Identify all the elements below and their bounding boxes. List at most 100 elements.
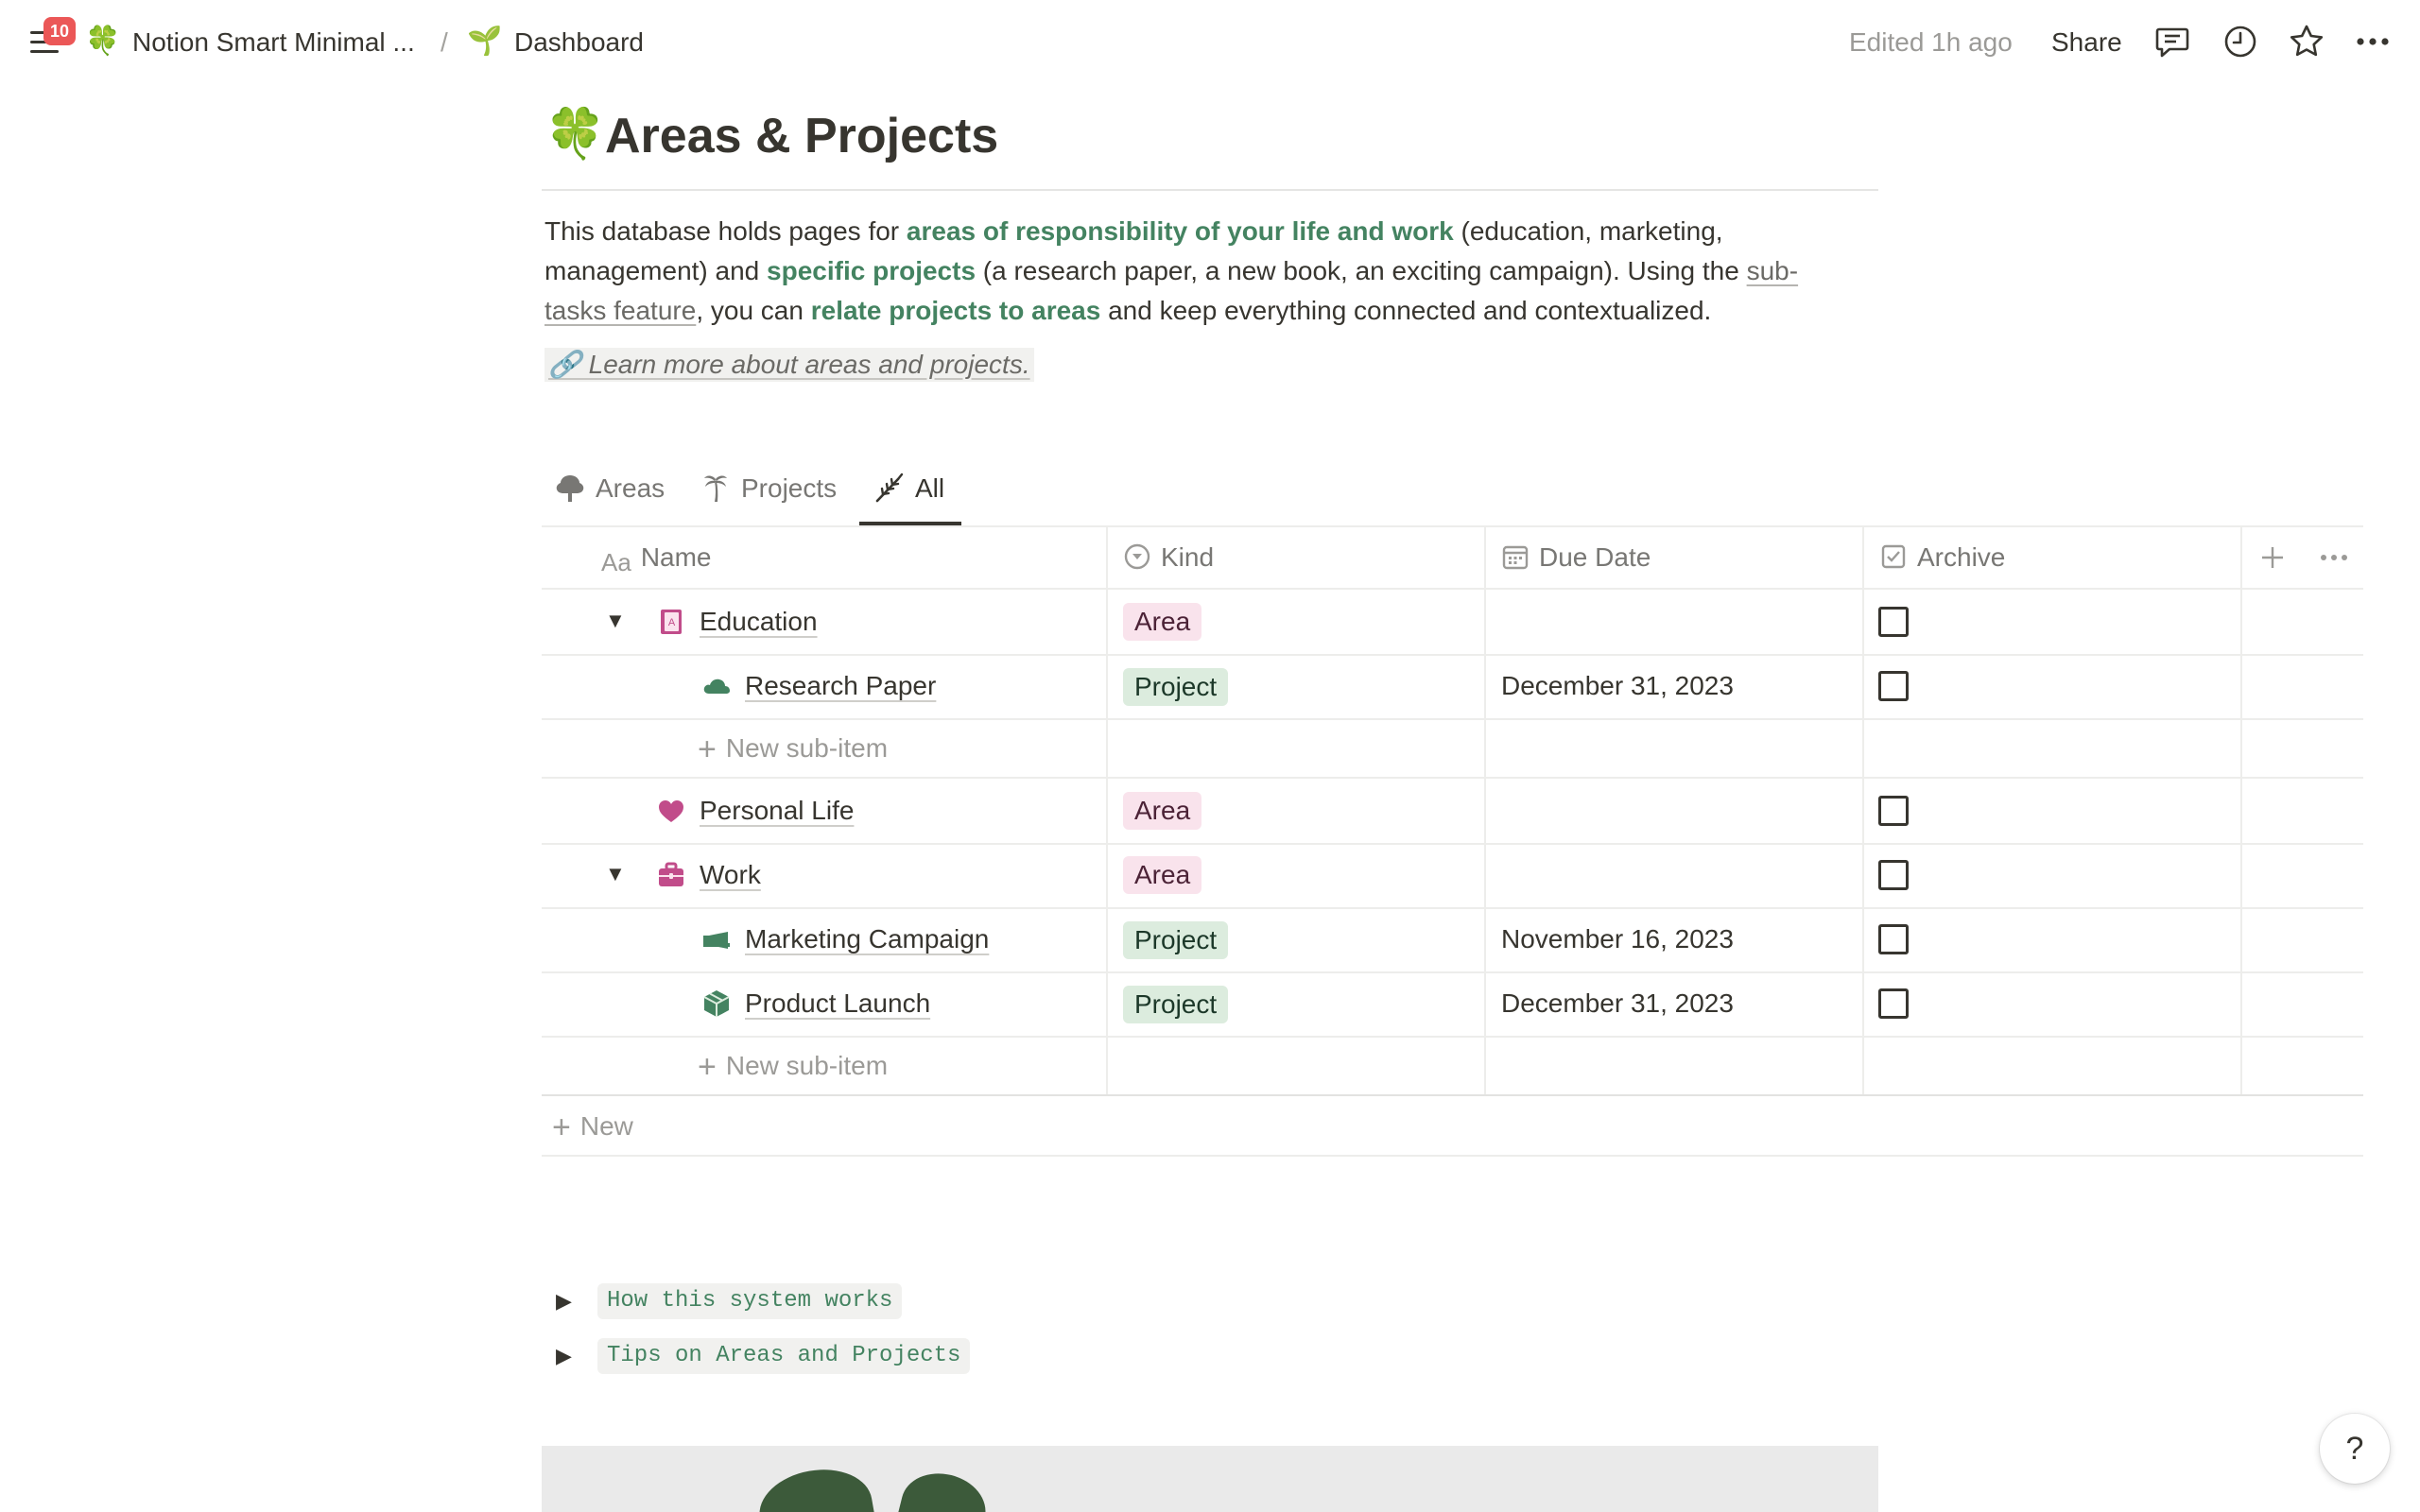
workspace-emoji-icon[interactable]: 🍀 (85, 24, 120, 60)
column-header-label: Archive (1917, 542, 2006, 572)
expand-toggle-icon[interactable]: ▼ (605, 607, 626, 635)
add-property-icon[interactable] (2257, 542, 2288, 573)
row-name[interactable]: Product Launch (745, 987, 930, 1021)
megaphone-icon (703, 932, 730, 949)
top-bar: 10 🍀 Notion Smart Minimal ... / 🌱 Dashbo… (0, 0, 2420, 83)
column-header-kind[interactable]: Kind (1123, 541, 1214, 575)
toggle-title[interactable]: How this system works (597, 1283, 903, 1319)
checkbox-icon (1881, 544, 1906, 568)
table-options-icon[interactable] (2318, 542, 2350, 573)
plus-icon: + (552, 1109, 571, 1145)
row-divider (542, 777, 2363, 779)
description-text: (education, marketing, (1453, 216, 1723, 246)
cloud-icon (703, 679, 730, 694)
archive-checkbox[interactable] (1878, 860, 1909, 890)
heart-icon (659, 800, 683, 822)
breadcrumb-separator: / (441, 27, 448, 57)
description-highlight: specific projects (767, 256, 977, 285)
page-title[interactable]: Areas & Projects (605, 106, 998, 166)
select-icon (1124, 543, 1150, 569)
column-divider (1484, 525, 1486, 1096)
row-name[interactable]: Research Paper (745, 669, 936, 703)
text-type-icon: Aa (601, 547, 631, 576)
row-divider (542, 1155, 2363, 1157)
toggle-title[interactable]: Tips on Areas and Projects (597, 1338, 971, 1374)
tab-areas[interactable]: Areas (554, 467, 665, 510)
column-header-label: Kind (1161, 542, 1215, 572)
row-divider (542, 971, 2363, 973)
comment-icon[interactable] (2153, 23, 2191, 60)
new-sub-item-button[interactable]: + New sub-item (698, 731, 888, 766)
column-header-label: Name (640, 542, 712, 572)
column-divider (1862, 525, 1864, 1096)
row-divider (542, 1036, 2363, 1038)
new-sub-item-label: New sub-item (725, 733, 889, 763)
row-name[interactable]: Marketing Campaign (745, 922, 989, 956)
archive-checkbox[interactable] (1878, 988, 1909, 1019)
help-button[interactable]: ? (2320, 1414, 2390, 1484)
row-divider (542, 654, 2363, 656)
expand-toggle-icon[interactable]: ▼ (605, 860, 626, 888)
book-icon: A (661, 610, 682, 634)
kind-tag[interactable]: Project (1123, 921, 1229, 959)
kind-tag[interactable]: Area (1123, 792, 1202, 830)
kind-tag[interactable]: Area (1123, 603, 1202, 641)
kind-tag[interactable]: Area (1123, 856, 1202, 894)
wheat-icon (875, 472, 904, 502)
package-icon (703, 990, 730, 1017)
more-icon[interactable] (2354, 23, 2392, 60)
share-button[interactable]: Share (2051, 26, 2122, 59)
kind-tag[interactable]: Project (1123, 668, 1229, 706)
due-date[interactable]: November 16, 2023 (1501, 922, 1734, 956)
plus-icon: + (698, 1049, 717, 1085)
column-header-due-date[interactable]: Due Date (1501, 541, 1651, 575)
column-header-archive[interactable]: Archive (1879, 541, 2005, 575)
column-divider (2240, 525, 2242, 1096)
toggle-caret-icon[interactable]: ▶ (556, 1287, 572, 1315)
page-emoji-icon[interactable]: 🍀 (544, 104, 606, 164)
description-highlight: relate projects to areas (810, 296, 1101, 325)
learn-more-link[interactable]: 🔗 Learn more about areas and projects. (544, 348, 1034, 382)
description-text: (a research paper, a new book, an exciti… (976, 256, 1747, 285)
row-name[interactable]: Work (700, 858, 761, 892)
archive-checkbox[interactable] (1878, 607, 1909, 637)
new-sub-item-label: New sub-item (725, 1051, 889, 1080)
row-divider (542, 588, 2363, 590)
column-header-name[interactable]: Aa Name (601, 541, 712, 576)
sub-tasks-link[interactable]: tasks feature (544, 296, 696, 325)
new-row-button[interactable]: + New (552, 1109, 633, 1144)
tab-label: All (915, 473, 945, 503)
tab-projects[interactable]: Projects (700, 467, 837, 510)
archive-checkbox[interactable] (1878, 671, 1909, 701)
plus-icon: + (698, 731, 717, 767)
description-text: and keep everything connected and contex… (1100, 296, 1712, 325)
archive-checkbox[interactable] (1878, 796, 1909, 826)
notification-badge[interactable]: 10 (43, 17, 76, 45)
description-text: This database holds pages for (544, 216, 907, 246)
due-date[interactable]: December 31, 2023 (1501, 987, 1734, 1021)
new-row-label: New (579, 1111, 633, 1141)
breadcrumb-page[interactable]: Dashboard (514, 26, 644, 59)
tab-all[interactable]: All (873, 467, 944, 510)
toggle-caret-icon[interactable]: ▶ (556, 1342, 572, 1370)
breadcrumb-workspace[interactable]: Notion Smart Minimal ... (132, 26, 415, 59)
row-name[interactable]: Education (700, 605, 818, 639)
row-divider (542, 907, 2363, 909)
page-emoji-icon[interactable]: 🌱 (467, 24, 502, 60)
description-line-2: management) and specific projects (a res… (544, 251, 1877, 291)
description-line-3: tasks feature, you can relate projects t… (544, 291, 1877, 331)
tree-icon (556, 474, 584, 502)
new-sub-item-button[interactable]: + New sub-item (698, 1049, 888, 1084)
clock-icon[interactable] (2221, 23, 2259, 60)
star-icon[interactable] (2288, 23, 2325, 60)
kind-tag[interactable]: Project (1123, 986, 1229, 1023)
briefcase-icon (659, 862, 683, 886)
tab-label: Areas (596, 473, 666, 503)
row-name[interactable]: Personal Life (700, 794, 854, 828)
palm-icon (704, 475, 727, 502)
divider (542, 189, 1878, 191)
sub-tasks-link[interactable]: sub- (1747, 256, 1798, 285)
archive-checkbox[interactable] (1878, 924, 1909, 954)
calendar-icon (1502, 545, 1529, 569)
due-date[interactable]: December 31, 2023 (1501, 669, 1734, 703)
